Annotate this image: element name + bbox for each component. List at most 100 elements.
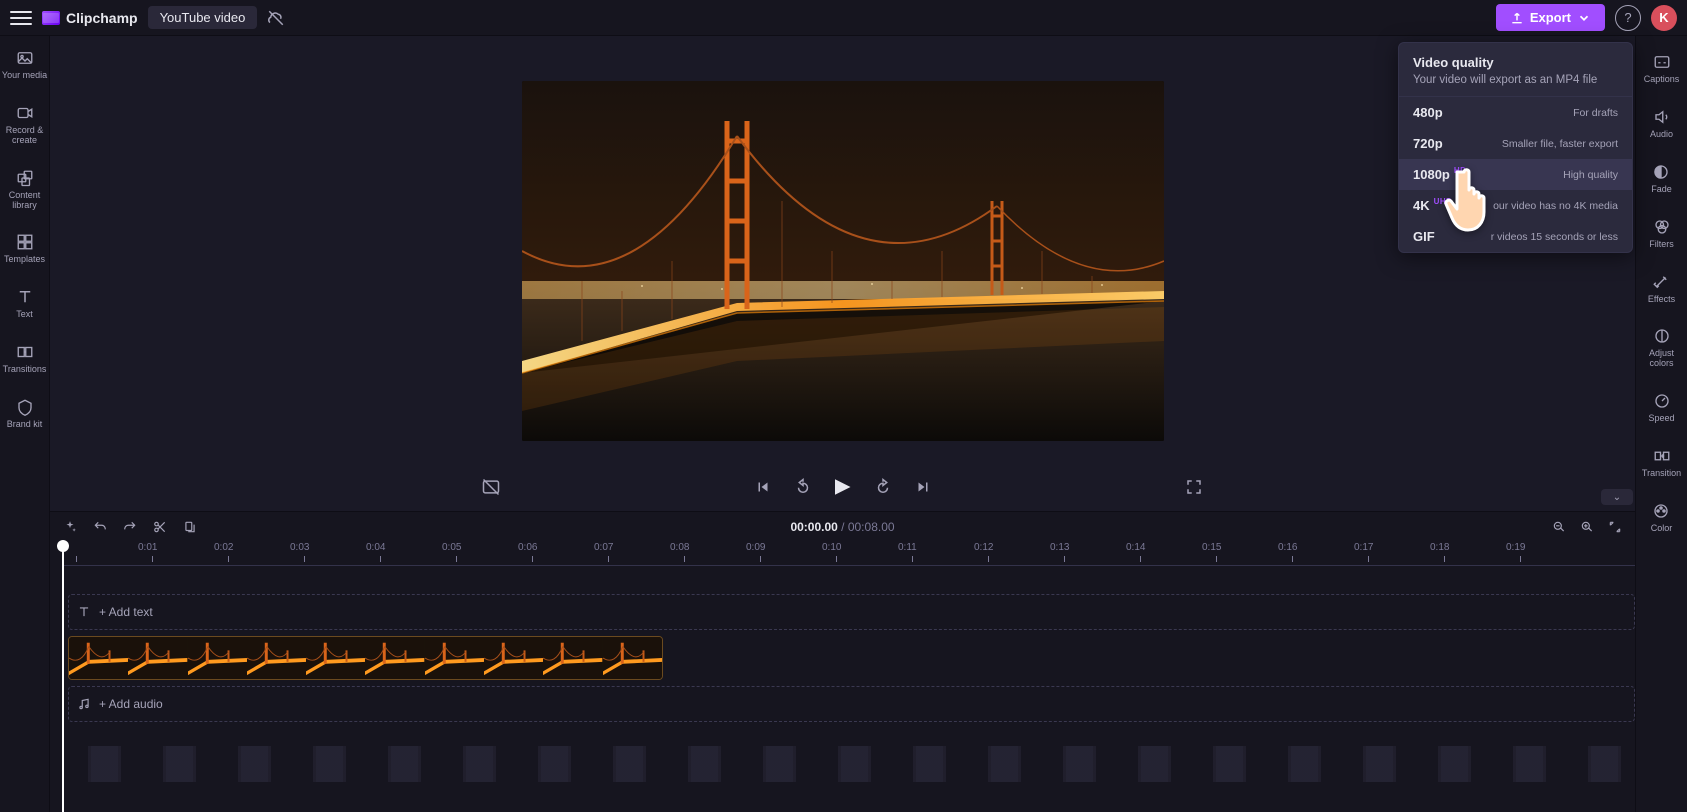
frame-back-icon[interactable]	[792, 476, 814, 498]
sidebar-item-media[interactable]: Your media	[0, 46, 49, 83]
sidebar-label: Transitions	[3, 365, 47, 375]
right-sidebar: Captions Audio Fade Filters Effects Adju…	[1635, 36, 1687, 812]
sidebar-item-transitions[interactable]: Transitions	[0, 340, 49, 377]
filters-icon	[1652, 217, 1672, 237]
export-option-1080p[interactable]: 1080pHD High quality	[1399, 159, 1632, 190]
panel-item-audio[interactable]: Audio	[1650, 107, 1673, 140]
ruler-tick: 0:17	[1354, 542, 1373, 553]
export-option-720p[interactable]: 720p Smaller file, faster export	[1399, 128, 1632, 159]
video-track[interactable]	[68, 636, 1635, 680]
zoom-out-icon[interactable]	[1551, 519, 1567, 535]
avatar[interactable]: K	[1651, 5, 1677, 31]
redo-icon[interactable]	[122, 519, 138, 535]
sidebar-item-library[interactable]: Content library	[0, 166, 49, 213]
panel-item-fade[interactable]: Fade	[1651, 162, 1672, 195]
panel-item-captions[interactable]: Captions	[1644, 52, 1680, 85]
audio-icon	[1652, 107, 1672, 127]
auto-icon[interactable]	[62, 519, 78, 535]
video-preview[interactable]	[522, 81, 1164, 441]
record-icon	[15, 103, 35, 123]
library-icon	[15, 168, 35, 188]
skip-end-icon[interactable]	[912, 476, 934, 498]
ruler-tick: 0:12	[974, 542, 993, 553]
hide-overlay-icon[interactable]	[480, 476, 502, 498]
zoom-fit-icon[interactable]	[1607, 519, 1623, 535]
clip-thumbnail	[425, 637, 484, 679]
export-option-4k[interactable]: 4KUHD our video has no 4K media	[1399, 190, 1632, 221]
brand-label: Clipchamp	[66, 10, 138, 26]
play-icon	[835, 479, 851, 495]
export-menu-subtitle: Your video will export as an MP4 file	[1413, 74, 1618, 86]
timeline: 00:00.00 / 00:08.00 00:010:020:030:040:0…	[50, 511, 1635, 812]
clip-thumbnail	[247, 637, 306, 679]
timeline-tracks: + Add text + Add audio	[62, 566, 1635, 812]
playhead[interactable]	[62, 542, 64, 812]
export-option-480p[interactable]: 480p For drafts	[1399, 97, 1632, 128]
menu-icon[interactable]	[10, 11, 32, 25]
ruler-tick: 0:04	[366, 542, 385, 553]
ruler-tick: 0:08	[670, 542, 689, 553]
clip-thumbnail	[69, 637, 128, 679]
sidebar-label: Templates	[4, 255, 45, 265]
clip-thumbnail	[484, 637, 543, 679]
panel-label: Color	[1651, 524, 1673, 534]
ruler-tick: 0:09	[746, 542, 765, 553]
sidebar-item-brand[interactable]: Brand kit	[0, 395, 49, 432]
timecode-total: 00:08.00	[848, 520, 895, 534]
clip-thumbnail	[306, 637, 365, 679]
text-track[interactable]: + Add text	[68, 594, 1635, 630]
help-button[interactable]: ?	[1615, 5, 1641, 31]
fullscreen-icon[interactable]	[1183, 476, 1205, 498]
ruler-tick: 0:05	[442, 542, 461, 553]
panel-label: Audio	[1650, 130, 1673, 140]
clip-thumbnail	[603, 637, 662, 679]
frame-forward-icon[interactable]	[872, 476, 894, 498]
player-controls	[50, 463, 1635, 511]
export-option-gif[interactable]: GIF r videos 15 seconds or less	[1399, 221, 1632, 252]
export-menu-title: Video quality	[1413, 55, 1618, 70]
panel-item-adjust[interactable]: Adjust colors	[1636, 326, 1687, 369]
panel-label: Adjust colors	[1636, 349, 1687, 369]
ruler-tick: 0:18	[1430, 542, 1449, 553]
audio-waveform	[68, 746, 1635, 782]
sidebar-label: Record & create	[0, 126, 49, 146]
top-bar: Clipchamp YouTube video Export ? K	[0, 0, 1687, 36]
panel-label: Fade	[1651, 185, 1672, 195]
ruler-tick: 0:06	[518, 542, 537, 553]
export-quality-menu: Video quality Your video will export as …	[1398, 42, 1633, 253]
audio-track[interactable]: + Add audio	[68, 686, 1635, 722]
panel-item-color[interactable]: Color	[1651, 501, 1673, 534]
sidebar-label: Brand kit	[7, 420, 43, 430]
panel-item-filters[interactable]: Filters	[1649, 217, 1674, 250]
speed-icon	[1652, 391, 1672, 411]
sidebar-item-templates[interactable]: Templates	[0, 230, 49, 267]
project-name[interactable]: YouTube video	[148, 6, 258, 29]
ruler-tick: 0:11	[898, 542, 917, 553]
panel-item-speed[interactable]: Speed	[1648, 391, 1674, 424]
split-icon[interactable]	[152, 519, 168, 535]
undo-icon[interactable]	[92, 519, 108, 535]
zoom-in-icon[interactable]	[1579, 519, 1595, 535]
collapse-properties-icon[interactable]: ⌄	[1601, 489, 1633, 505]
panel-item-effects[interactable]: Effects	[1648, 272, 1675, 305]
fade-icon	[1651, 162, 1671, 182]
cloud-off-icon[interactable]	[267, 9, 285, 27]
music-icon	[77, 697, 91, 711]
sidebar-item-text[interactable]: Text	[0, 285, 49, 322]
ruler-tick: 0:01	[138, 542, 157, 553]
panel-item-transition[interactable]: Transition	[1642, 446, 1681, 479]
panel-label: Speed	[1648, 414, 1674, 424]
crop-icon[interactable]	[182, 519, 198, 535]
text-icon	[77, 605, 91, 619]
play-button[interactable]	[832, 476, 854, 498]
sidebar-label: Content library	[0, 191, 49, 211]
export-button[interactable]: Export	[1496, 4, 1605, 31]
skip-start-icon[interactable]	[752, 476, 774, 498]
timeline-ruler[interactable]: 00:010:020:030:040:050:060:070:080:090:1…	[62, 542, 1635, 566]
clipchamp-logo-icon	[42, 11, 60, 25]
video-clip[interactable]	[68, 636, 663, 680]
ruler-tick: 0:16	[1278, 542, 1297, 553]
brand[interactable]: Clipchamp	[42, 10, 138, 26]
sidebar-item-record[interactable]: Record & create	[0, 101, 49, 148]
color-icon	[1651, 501, 1671, 521]
